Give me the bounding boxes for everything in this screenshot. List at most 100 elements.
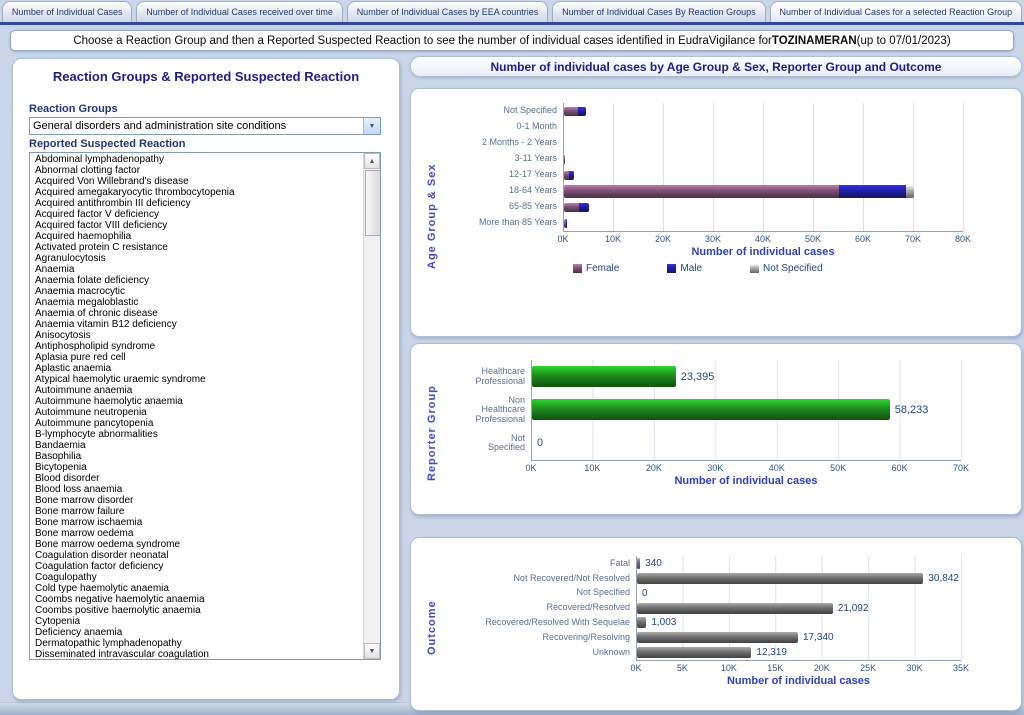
reaction-option[interactable]: Autoimmune haemolytic anaemia — [31, 396, 362, 407]
scrollbar-thumb[interactable] — [365, 170, 381, 236]
scroll-up-icon[interactable]: ▲ — [364, 153, 380, 169]
category-label: Recovered/Resolved With Sequelae — [441, 618, 636, 628]
charts-section-title: Number of individual cases by Age Group … — [410, 56, 1022, 77]
bar-not-recovered-not-resolved[interactable] — [637, 573, 923, 584]
tab-number-of-individual-cases-received-over-time[interactable]: Number of Individual Cases received over… — [136, 1, 342, 22]
reaction-option[interactable]: Coagulopathy — [31, 572, 362, 583]
reaction-option[interactable]: Autoimmune anaemia — [31, 385, 362, 396]
listbox-scrollbar[interactable]: ▲ ▼ — [363, 153, 380, 659]
bar-fatal[interactable] — [637, 558, 640, 569]
reaction-option[interactable]: Atypical haemolytic uraemic syndrome — [31, 374, 362, 385]
bar-healthcare-professional[interactable] — [532, 366, 676, 387]
tab-number-of-individual-cases-for-a-selected-reaction-group[interactable]: Number of Individual Cases for a selecte… — [770, 1, 1022, 22]
reaction-option[interactable]: Anaemia vitamin B12 deficiency — [31, 319, 362, 330]
reaction-option[interactable]: Blood disorder — [31, 473, 362, 484]
bar-track: 0 — [531, 427, 962, 460]
axis-tick-label: 70K — [953, 463, 969, 473]
scroll-down-icon[interactable]: ▼ — [364, 643, 380, 659]
reaction-option[interactable]: Bone marrow failure — [31, 506, 362, 517]
reaction-option[interactable]: Abnormal clotting factor — [31, 165, 362, 176]
reaction-option[interactable]: Acquired amegakaryocytic thrombocytopeni… — [31, 187, 362, 198]
reaction-option[interactable]: Bone marrow ischaemia — [31, 517, 362, 528]
bar-recovered-resolved-with-sequelae[interactable] — [637, 617, 646, 628]
reaction-option[interactable]: Antiphospholipid syndrome — [31, 341, 362, 352]
chart-row-3-11-years: 3-11 Years — [441, 151, 1011, 167]
reaction-option[interactable]: Dermatopathic lymphadenopathy — [31, 638, 362, 649]
reaction-option[interactable]: Anaemia — [31, 264, 362, 275]
reaction-option[interactable]: Anaemia folate deficiency — [31, 275, 362, 286]
reaction-option[interactable]: Autoimmune neutropenia — [31, 407, 362, 418]
reaction-option[interactable]: Coagulation disorder neonatal — [31, 550, 362, 561]
reaction-listbox[interactable]: Abdominal lymphadenopathyAbnormal clotti… — [29, 152, 381, 660]
bar-unknown[interactable] — [637, 647, 751, 658]
y-axis-title: Reporter Group — [423, 352, 441, 514]
bar-segment-male[interactable] — [579, 203, 589, 212]
bar-segment-female[interactable] — [564, 203, 579, 212]
reaction-option[interactable]: Aplasia pure red cell — [31, 352, 362, 363]
reaction-option[interactable]: Anisocytosis — [31, 330, 362, 341]
reaction-option[interactable]: Anaemia of chronic disease — [31, 308, 362, 319]
reaction-option[interactable]: Bandaemia — [31, 440, 362, 451]
tab-number-of-individual-cases[interactable]: Number of Individual Cases — [2, 1, 132, 22]
reaction-option[interactable]: Bone marrow disorder — [31, 495, 362, 506]
reaction-option[interactable]: Blood loss anaemia — [31, 484, 362, 495]
chart-row-not-specified: Not Specified0 — [441, 586, 1011, 601]
chart-row-recovering-resolving: Recovering/Resolving17,340 — [441, 630, 1011, 645]
reaction-option[interactable]: Bone marrow oedema — [31, 528, 362, 539]
reaction-option[interactable]: B-lymphocyte abnormalities — [31, 429, 362, 440]
dropdown-arrow-icon[interactable]: ▼ — [363, 118, 380, 134]
reaction-option[interactable]: Basophilia — [31, 451, 362, 462]
reaction-option[interactable]: Acquired haemophilia — [31, 231, 362, 242]
category-label: Healthcare Professional — [441, 367, 531, 386]
bar-recovering-resolving[interactable] — [637, 632, 798, 643]
chart-row-0-1-month: 0-1 Month — [441, 119, 1011, 135]
chart-row-unknown: Unknown12,319 — [441, 645, 1011, 660]
chart-row-fatal: Fatal340 — [441, 556, 1011, 571]
reaction-groups-label: Reaction Groups — [29, 103, 118, 115]
chart-row-not-specified: Not Specified0 — [441, 427, 1011, 460]
bar-segment-female[interactable] — [564, 185, 839, 198]
reaction-groups-select[interactable]: General disorders and administration sit… — [29, 117, 381, 135]
category-label: 12-17 Years — [441, 170, 563, 180]
reaction-option[interactable]: Deficiency anaemia — [31, 627, 362, 638]
bar-segment-male[interactable] — [566, 219, 567, 228]
reaction-option[interactable]: Bone marrow oedema syndrome — [31, 539, 362, 550]
bar-segment-male[interactable] — [569, 171, 575, 180]
reaction-option[interactable]: Abdominal lymphadenopathy — [31, 154, 362, 165]
reaction-option[interactable]: Cold type haemolytic anaemia — [31, 583, 362, 594]
bar-track: 1,003 — [636, 615, 962, 630]
reaction-option[interactable]: Autoimmune pancytopenia — [31, 418, 362, 429]
tab-number-of-individual-cases-by-reaction-groups[interactable]: Number of Individual Cases By Reaction G… — [552, 1, 765, 22]
bar-segment-male[interactable] — [839, 185, 906, 198]
reaction-option[interactable]: Anaemia macrocytic — [31, 286, 362, 297]
reaction-option[interactable]: Acquired Von Willebrand's disease — [31, 176, 362, 187]
x-axis-ticks: 0K5K10K15K20K25K30K35K — [636, 660, 961, 674]
reaction-option[interactable]: Activated protein C resistance — [31, 242, 362, 253]
category-label: Recovered/Resolved — [441, 603, 636, 613]
bar-value-label: 340 — [645, 558, 662, 569]
reaction-option[interactable]: Aplastic anaemia — [31, 363, 362, 374]
reaction-option[interactable]: Acquired factor V deficiency — [31, 209, 362, 220]
bar-non-healthcare-professional[interactable] — [532, 399, 890, 420]
bar-segment-male[interactable] — [565, 155, 566, 164]
bar-recovered-resolved[interactable] — [637, 603, 833, 614]
bar-segment-male[interactable] — [578, 107, 586, 116]
reaction-option[interactable]: Disseminated intravascular coagulation — [31, 649, 362, 660]
reaction-option[interactable]: Bicytopenia — [31, 462, 362, 473]
reaction-option[interactable]: Coombs negative haemolytic anaemia — [31, 594, 362, 605]
category-label: 18-64 Years — [441, 186, 563, 196]
reaction-option[interactable]: Cytopenia — [31, 616, 362, 627]
reaction-option[interactable]: Agranulocytosis — [31, 253, 362, 264]
outcome-chart-panel: Outcome Fatal340Not Recovered/Not Resolv… — [410, 537, 1022, 711]
bar-segment-female[interactable] — [564, 107, 578, 116]
reaction-option[interactable]: Coombs positive haemolytic anaemia — [31, 605, 362, 616]
category-label: Not Recovered/Not Resolved — [441, 574, 636, 584]
tab-number-of-individual-cases-by-eea-countries[interactable]: Number of Individual Cases by EEA countr… — [347, 1, 548, 22]
bar-segment-not-specified[interactable] — [906, 185, 914, 198]
reaction-option[interactable]: Coagulation factor deficiency — [31, 561, 362, 572]
reaction-option[interactable]: Anaemia megaloblastic — [31, 297, 362, 308]
reaction-option[interactable]: Acquired antithrombin III deficiency — [31, 198, 362, 209]
axis-tick-label: 60K — [892, 463, 908, 473]
bar-segment-female[interactable] — [564, 171, 569, 180]
reaction-option[interactable]: Acquired factor VIII deficiency — [31, 220, 362, 231]
